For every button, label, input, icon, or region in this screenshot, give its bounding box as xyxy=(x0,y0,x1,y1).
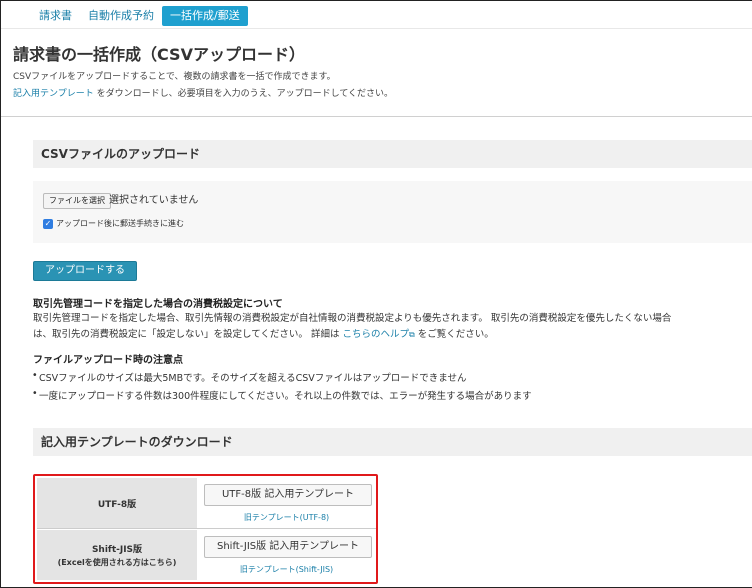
row-cell: UTF-8版 記入用テンプレート 旧テンプレート(UTF-8) xyxy=(197,478,376,528)
tab-divider xyxy=(1,28,752,29)
tab-bar: 請求書 自動作成予約 一括作成/郵送 xyxy=(31,6,248,26)
tax-note-line1: 取引先管理コードを指定した場合、取引先情報の消費税設定が自社情報の消費税設定より… xyxy=(33,313,672,324)
upload-button[interactable]: アップロードする xyxy=(33,261,137,281)
sjis-old-template-link[interactable]: 旧テンプレート(Shift-JIS) xyxy=(197,564,376,575)
tax-note-line2-pre: は、取引先の消費税設定に「設定しない」を設定してください。 詳細は xyxy=(33,329,343,340)
help-link[interactable]: こちらのヘルプ xyxy=(342,329,409,340)
tax-note-line2: は、取引先の消費税設定に「設定しない」を設定してください。 詳細は こちらのヘル… xyxy=(33,326,494,340)
file-status: 選択されていません xyxy=(109,195,199,206)
table-row: UTF-8版 UTF-8版 記入用テンプレート 旧テンプレート(UTF-8) xyxy=(37,478,376,528)
template-section-title: 記入用テンプレートのダウンロード xyxy=(33,428,752,456)
utf8-template-button[interactable]: UTF-8版 記入用テンプレート xyxy=(204,484,372,506)
header-divider xyxy=(1,116,752,117)
row-sublabel: (Excelを使用される方はこちら) xyxy=(57,558,177,567)
checkbox[interactable]: ✓ xyxy=(43,218,53,229)
upload-box: ファイルを選択 選択されていません ✓ アップロード後に郵送手続きに進む xyxy=(33,181,752,243)
intro-text-rest: をダウンロードし、必要項目を入力のうえ、アップロードしてください。 xyxy=(93,89,394,99)
template-link[interactable]: 記入用テンプレート xyxy=(13,89,94,99)
intro-text: CSVファイルをアップロードすることで、複数の請求書を一括で作成できます。 xyxy=(13,72,336,82)
page-title: 請求書の一括作成（CSVアップロード） xyxy=(13,45,305,64)
row-label-text: UTF-8版 xyxy=(97,499,137,510)
template-table: UTF-8版 UTF-8版 記入用テンプレート 旧テンプレート(UTF-8) S… xyxy=(33,474,378,584)
sjis-template-button[interactable]: Shift-JIS版 記入用テンプレート xyxy=(204,536,372,558)
upload-section-title: CSVファイルのアップロード xyxy=(33,140,752,168)
row-label: UTF-8版 xyxy=(37,478,197,528)
tax-note-line2-post: をご覧ください。 xyxy=(414,329,494,340)
utf8-old-template-link[interactable]: 旧テンプレート(UTF-8) xyxy=(197,512,376,523)
row-label-text: Shift-JIS版 xyxy=(91,545,143,555)
tab-invoices[interactable]: 請求書 xyxy=(31,6,80,26)
mail-checkbox-row[interactable]: ✓ アップロード後に郵送手続きに進む xyxy=(43,218,184,229)
row-cell: Shift-JIS版 記入用テンプレート 旧テンプレート(Shift-JIS) xyxy=(197,530,376,580)
row-divider xyxy=(37,528,376,529)
page-frame: 請求書 自動作成予約 一括作成/郵送 請求書の一括作成（CSVアップロード） C… xyxy=(0,0,752,588)
intro-text-2: 記入用テンプレート をダウンロードし、必要項目を入力のうえ、アップロードしてくだ… xyxy=(13,86,393,99)
tab-bulk[interactable]: 一括作成/郵送 xyxy=(162,6,248,26)
file-note-title: ファイルアップロード時の注意点 xyxy=(33,355,183,366)
list-item: CSVファイルのサイズは最大5MBです。そのサイズを超えるCSVファイルはアップ… xyxy=(32,370,466,384)
table-row: Shift-JIS版 (Excelを使用される方はこちら) Shift-JIS版… xyxy=(37,530,376,580)
row-label: Shift-JIS版 (Excelを使用される方はこちら) xyxy=(37,530,197,580)
tax-note-title: 取引先管理コードを指定した場合の消費税設定について xyxy=(33,299,283,310)
tab-scheduled[interactable]: 自動作成予約 xyxy=(80,6,162,26)
checkbox-label: アップロード後に郵送手続きに進む xyxy=(56,219,184,228)
choose-file-button[interactable]: ファイルを選択 xyxy=(43,193,111,209)
list-item: 一度にアップロードする件数は300件程度にしてください。それ以上の件数では、エラ… xyxy=(32,388,532,402)
